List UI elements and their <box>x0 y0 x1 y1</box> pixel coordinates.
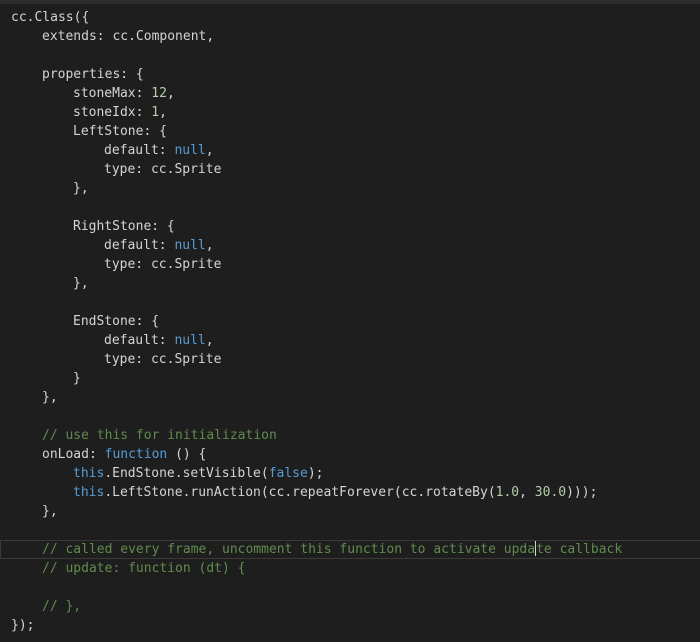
code-token: properties: { <box>42 67 144 82</box>
code-line[interactable]: stoneIdx: 1, <box>0 103 700 122</box>
code-token: default: <box>104 238 175 253</box>
code-line[interactable]: // use this for initialization <box>0 426 700 445</box>
code-token: type: cc.Sprite <box>104 352 222 367</box>
comment-token: // use this for initialization <box>42 428 277 443</box>
code-line[interactable]: type: cc.Sprite <box>0 160 700 179</box>
code-line[interactable]: }, <box>0 388 700 407</box>
code-line[interactable]: type: cc.Sprite <box>0 255 700 274</box>
code-token: () { <box>167 447 207 462</box>
code-line[interactable]: RightStone: { <box>0 217 700 236</box>
code-line[interactable]: default: null, <box>0 141 700 160</box>
code-token: , <box>519 485 535 500</box>
current-code-line[interactable]: // called every frame, uncomment this fu… <box>0 540 700 559</box>
code-token: EndStone: { <box>73 314 160 329</box>
code-line[interactable]: properties: { <box>0 65 700 84</box>
code-token: , <box>205 238 214 253</box>
code-token: }, <box>73 276 89 291</box>
comment-token: // called every frame, uncomment this fu… <box>42 542 536 557</box>
code-line[interactable] <box>0 46 700 65</box>
code-token: .LeftStone.runAction(cc.repeatForever(cc… <box>104 485 496 500</box>
code-line[interactable]: }); <box>0 616 700 635</box>
number-token: 1 <box>151 105 160 120</box>
keyword-token: this <box>73 466 105 481</box>
code-token: LeftStone: { <box>73 124 167 139</box>
code-token: default: <box>104 143 175 158</box>
code-line[interactable] <box>0 521 700 540</box>
code-line[interactable]: cc.Class({ <box>0 8 700 27</box>
code-token: , <box>166 86 175 101</box>
code-line[interactable]: onLoad: function () { <box>0 445 700 464</box>
keyword-token: this <box>73 485 105 500</box>
code-line[interactable] <box>0 293 700 312</box>
code-line[interactable]: LeftStone: { <box>0 122 700 141</box>
code-token: default: <box>104 333 175 348</box>
code-line[interactable]: }, <box>0 179 700 198</box>
code-token: ))); <box>566 485 598 500</box>
comment-token: // }, <box>42 599 82 614</box>
code-token: , <box>205 333 214 348</box>
code-token: }, <box>42 390 58 405</box>
keyword-token: null <box>174 143 206 158</box>
code-line[interactable]: type: cc.Sprite <box>0 350 700 369</box>
code-token: extends: cc.Component, <box>42 29 215 44</box>
code-token: type: cc.Sprite <box>104 162 222 177</box>
code-token: stoneMax: <box>73 86 152 101</box>
code-line[interactable]: default: null, <box>0 331 700 350</box>
code-line[interactable]: }, <box>0 274 700 293</box>
code-token: cc.Class({ <box>11 10 90 25</box>
comment-token: te callback <box>536 542 623 557</box>
code-token: ); <box>307 466 324 481</box>
number-token: 1.0 <box>495 485 520 500</box>
code-token: , <box>159 105 167 120</box>
code-line[interactable]: this.EndStone.setVisible(false); <box>0 464 700 483</box>
code-line[interactable]: stoneMax: 12, <box>0 84 700 103</box>
number-token: 12 <box>151 86 167 101</box>
code-token: } <box>73 371 81 386</box>
code-area[interactable]: cc.Class({ extends: cc.Component, properti… <box>0 8 700 635</box>
code-token: }, <box>42 504 58 519</box>
code-line[interactable] <box>0 407 700 426</box>
code-token: , <box>205 143 214 158</box>
code-token: .EndStone.setVisible( <box>104 466 269 481</box>
code-line[interactable]: EndStone: { <box>0 312 700 331</box>
code-line[interactable]: this.LeftStone.runAction(cc.repeatForeve… <box>0 483 700 502</box>
code-line[interactable] <box>0 578 700 597</box>
keyword-token: null <box>174 238 206 253</box>
keyword-token: false <box>268 466 308 481</box>
code-line[interactable]: } <box>0 369 700 388</box>
code-line[interactable] <box>0 198 700 217</box>
code-editor[interactable]: cc.Class({ extends: cc.Component, properti… <box>0 0 700 642</box>
code-line[interactable]: // update: function (dt) { <box>0 559 700 578</box>
code-line[interactable]: extends: cc.Component, <box>0 27 700 46</box>
code-token: }, <box>73 181 89 196</box>
number-token: 30.0 <box>534 485 567 500</box>
code-token: RightStone: { <box>73 219 175 234</box>
code-line[interactable]: default: null, <box>0 236 700 255</box>
keyword-token: function <box>104 447 168 462</box>
comment-token: // update: function (dt) { <box>42 561 246 576</box>
code-token: onLoad: <box>42 447 105 462</box>
code-token: }); <box>11 618 35 633</box>
code-line[interactable]: // }, <box>0 597 700 616</box>
keyword-token: null <box>174 333 206 348</box>
code-line[interactable]: }, <box>0 502 700 521</box>
code-token: stoneIdx: <box>73 105 152 120</box>
code-token: type: cc.Sprite <box>104 257 222 272</box>
